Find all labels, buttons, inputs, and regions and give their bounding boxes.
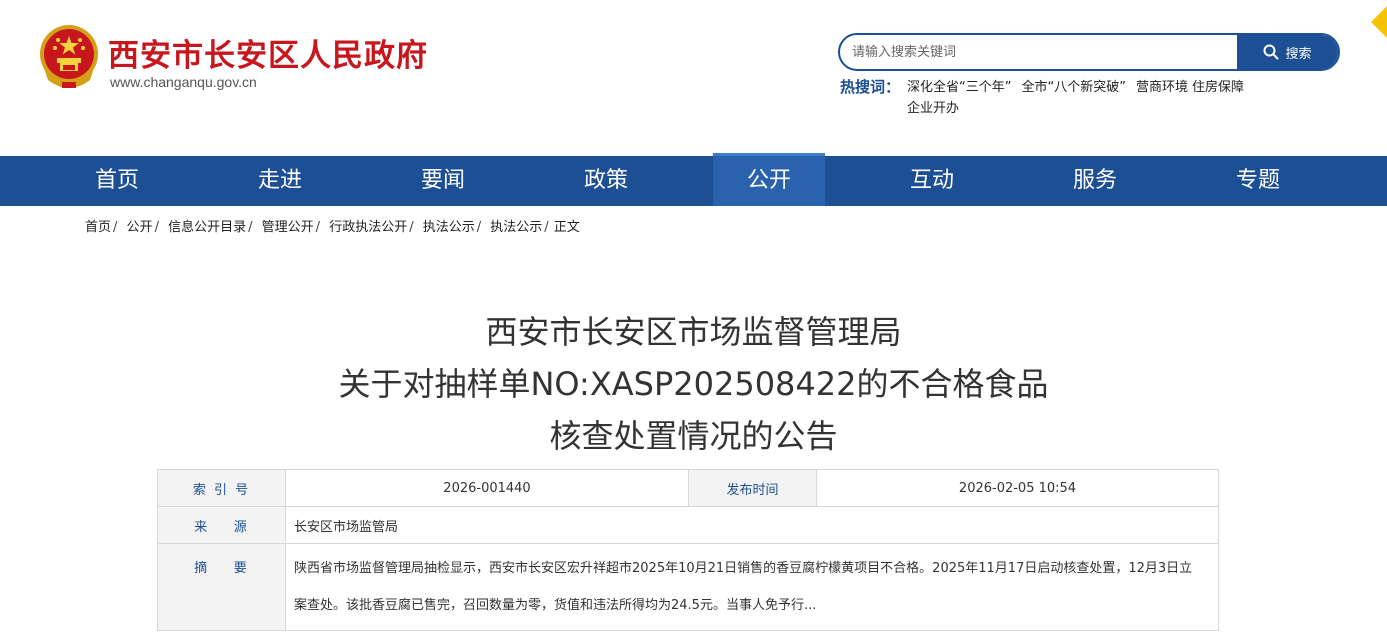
breadcrumb-separator: / (544, 220, 549, 235)
main-nav: 首页 走进 要闻 政策 公开 互动 服务 专题 (0, 153, 1387, 206)
source-value: 长安区市场监管局 (285, 506, 1219, 544)
nav-item-topic[interactable]: 专题 (1202, 156, 1314, 206)
breadcrumb-separator: / (315, 220, 321, 235)
table-row: 摘 要 陕西省市场监督管理局抽检显示，西安市长安区宏升祥超市2025年10月21… (157, 543, 1219, 631)
breadcrumb-separator: / (113, 220, 118, 235)
nav-item-interact[interactable]: 互动 (876, 156, 988, 206)
breadcrumb-separator: / (476, 220, 482, 235)
breadcrumb: 首页 / 公开 / 信息公开目录 / 管理公开 / 行政执法公开 / 执法公示 / 执法公示… (85, 216, 580, 235)
nav-item-news[interactable]: 要闻 (387, 156, 499, 206)
search-input[interactable] (840, 35, 1238, 69)
national-emblem-icon[interactable] (38, 22, 100, 92)
hot-search-term[interactable]: 企业开办 (907, 101, 959, 116)
table-row: 来 源 长安区市场监管局 (157, 506, 1219, 544)
nav-item-service[interactable]: 服务 (1039, 156, 1151, 206)
hot-search-label: 热搜词： (840, 78, 901, 96)
summary-value: 陕西省市场监督管理局抽检显示，西安市长安区宏升祥超市2025年10月21日销售的… (285, 543, 1219, 631)
breadcrumb-item[interactable]: 公开 (127, 220, 153, 235)
source-label: 来 源 (157, 506, 286, 544)
index-label: 索 引 号 (157, 469, 286, 507)
search-box: 搜索 (838, 33, 1340, 71)
breadcrumb-item[interactable]: 信息公开目录 (168, 220, 246, 235)
nav-item-open[interactable]: 公开 (713, 153, 825, 206)
side-arrow-icon[interactable] (1371, 6, 1387, 38)
search-icon (1263, 44, 1279, 60)
hot-search-term[interactable]: 住房保障 (1192, 80, 1244, 95)
breadcrumb-item[interactable]: 执法公示 (490, 220, 542, 235)
site-domain: www.changanqu.gov.cn (110, 74, 257, 90)
breadcrumb-item[interactable]: 管理公开 (262, 220, 314, 235)
hot-search-term[interactable]: 全市“八个新突破” (1021, 80, 1125, 95)
nav-item-home[interactable]: 首页 (61, 156, 173, 206)
hot-search-term[interactable]: 深化全省“三个年” (907, 80, 1011, 95)
article-title-line: 核查处置情况的公告 (549, 417, 838, 455)
index-value: 2026-001440 (285, 469, 689, 507)
hot-search-terms: 深化全省“三个年” 全市“八个新突破” 营商环境 住房保障 企业开办 (907, 77, 1307, 119)
site-header: 西安市长安区人民政府 www.changanqu.gov.cn 搜索 热搜词： … (0, 0, 1387, 156)
search-button[interactable]: 搜索 (1237, 35, 1338, 69)
breadcrumb-item[interactable]: 首页 (85, 220, 111, 235)
nav-item-about[interactable]: 走进 (224, 156, 336, 206)
article-info-table: 索 引 号 2026-001440 发布时间 2026-02-05 10:54 … (157, 469, 1219, 631)
breadcrumb-item[interactable]: 执法公示 (423, 220, 475, 235)
article-title-line: 关于对抽样单NO:XASP202508422的不合格食品 (338, 365, 1049, 403)
nav-item-policy[interactable]: 政策 (550, 156, 662, 206)
table-row: 索 引 号 2026-001440 发布时间 2026-02-05 10:54 (157, 469, 1219, 507)
summary-label: 摘 要 (157, 543, 286, 631)
breadcrumb-current: 正文 (553, 220, 580, 235)
article-title: 西安市长安区市场监督管理局 关于对抽样单NO:XASP202508422的不合格… (0, 306, 1387, 462)
site-title[interactable]: 西安市长安区人民政府 (108, 30, 428, 75)
breadcrumb-separator: / (248, 220, 253, 235)
publish-time-value: 2026-02-05 10:54 (816, 469, 1219, 507)
breadcrumb-item[interactable]: 行政执法公开 (329, 220, 407, 235)
hot-search-term[interactable]: 营商环境 (1136, 80, 1188, 95)
breadcrumb-separator: / (154, 220, 159, 235)
search-button-label: 搜索 (1285, 46, 1312, 62)
publish-time-label: 发布时间 (688, 469, 817, 507)
article-title-line: 西安市长安区市场监督管理局 (485, 313, 902, 351)
breadcrumb-separator: / (409, 220, 414, 235)
